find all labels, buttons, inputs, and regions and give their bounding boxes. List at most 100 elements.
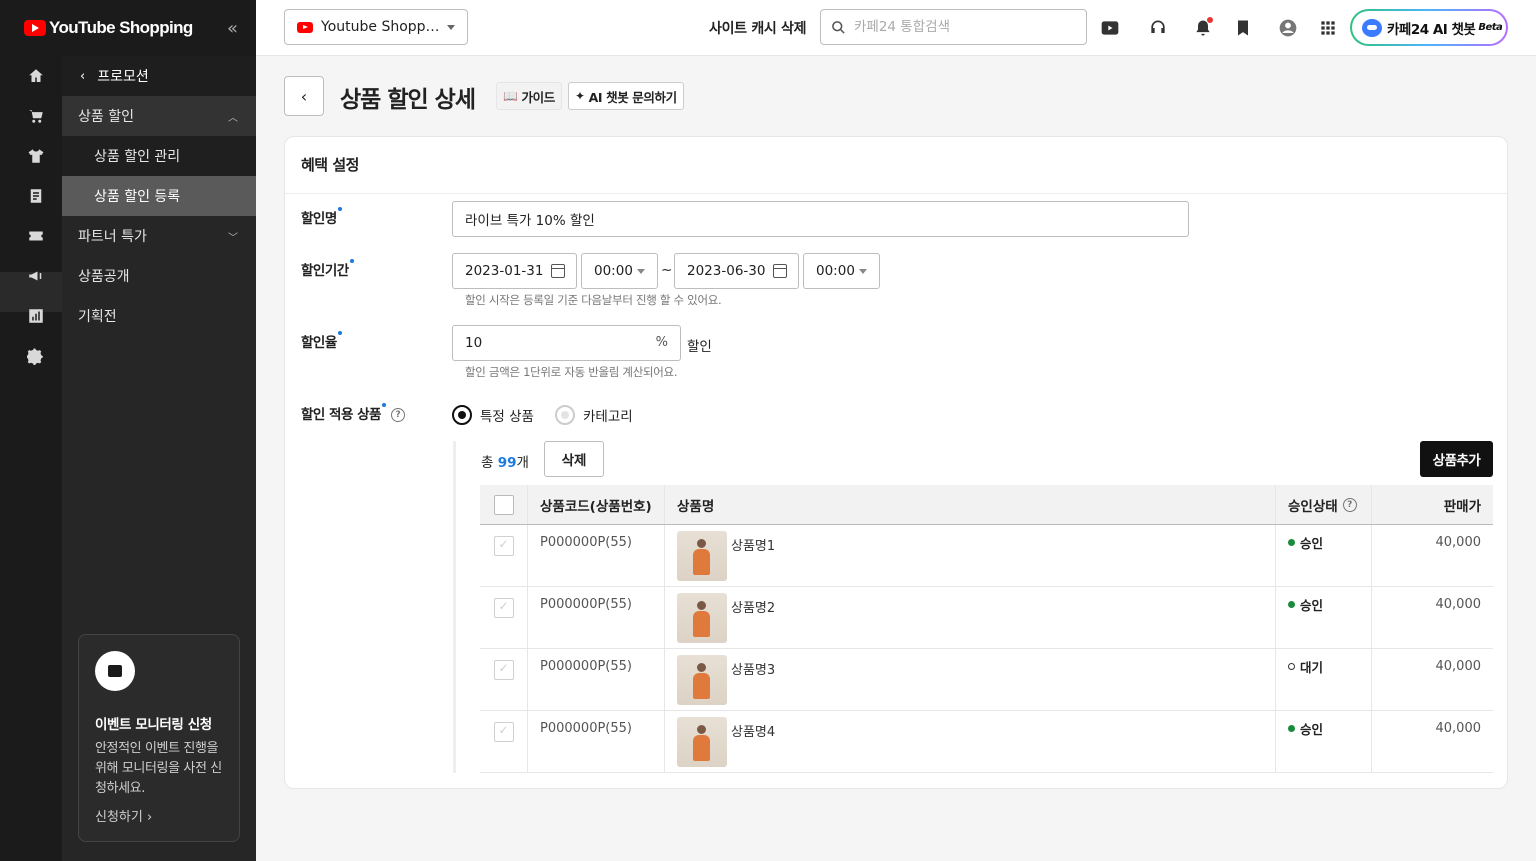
- tshirt-icon[interactable]: [26, 146, 46, 166]
- shop-select-dropdown[interactable]: Youtube Shopping: [284, 9, 468, 45]
- help-icon[interactable]: ?: [390, 408, 405, 422]
- select-all-checkbox[interactable]: [493, 494, 514, 515]
- apps-grid-icon[interactable]: [1317, 17, 1339, 39]
- row-checkbox[interactable]: [493, 660, 514, 680]
- notification-bell-icon[interactable]: [1192, 17, 1214, 39]
- search-box: [820, 9, 1087, 45]
- header-name: 상품명: [665, 485, 1276, 524]
- search-icon: [832, 20, 845, 34]
- percent-unit: %: [655, 335, 668, 350]
- chevron-down-icon: ﹀: [228, 232, 238, 244]
- caret-down-icon: [637, 269, 645, 274]
- period-helper-text: 할인 시작은 등록일 기준 다음날부터 진행 할 수 있어요.: [465, 293, 722, 307]
- row-name-cell: 상품명3: [665, 649, 1276, 710]
- table-header: 상품코드(상품번호) 상품명 승인상태? 판매가: [480, 485, 1493, 525]
- home-icon[interactable]: [26, 66, 46, 86]
- end-time-select[interactable]: 00:00: [803, 253, 880, 289]
- sidebar-item-discount-manage[interactable]: 상품 할인 관리: [62, 136, 256, 176]
- promo-description: 안정적인 이벤트 진행을 위해 모니터링을 사전 신청하세요.: [95, 741, 222, 796]
- collapse-sidebar-icon[interactable]: «: [227, 18, 238, 39]
- discount-rate-input[interactable]: 10%: [452, 325, 681, 361]
- megaphone-icon[interactable]: [26, 266, 46, 286]
- rate-suffix: 할인: [687, 339, 712, 355]
- end-date-input[interactable]: 2023-06-30: [674, 253, 799, 289]
- youtube-logo-icon: [24, 20, 46, 36]
- caret-down-icon: [859, 269, 867, 274]
- radio-specific-products[interactable]: 특정 상품: [452, 405, 534, 425]
- radio-category[interactable]: 카테고리: [555, 405, 633, 425]
- ai-chatbot-button[interactable]: 카페24 AI 챗봇 Beta: [1350, 9, 1508, 46]
- required-indicator: [337, 207, 342, 211]
- row-status: 승인: [1276, 525, 1372, 586]
- required-indicator: [381, 403, 386, 407]
- add-product-button[interactable]: 상품추가: [1420, 441, 1493, 477]
- headset-icon[interactable]: [1147, 17, 1169, 39]
- promo-apply-link[interactable]: 신청하기 ›: [95, 806, 152, 825]
- start-date-input[interactable]: 2023-01-31: [452, 253, 577, 289]
- row-name: 상품명3: [731, 663, 776, 678]
- row-name-cell: 상품명1: [665, 525, 1276, 586]
- sidebar-item-partner-deal[interactable]: 파트너 특가 ﹀: [62, 216, 256, 256]
- row-name: 상품명2: [731, 601, 776, 616]
- table-row: P000000P(55) 상품명4 승인 40,000: [480, 711, 1493, 773]
- brand-name: YouTube Shopping: [49, 18, 193, 37]
- guide-button[interactable]: 📖 가이드: [496, 82, 562, 110]
- required-indicator: [337, 331, 342, 335]
- sidebar-item-label: 상품공개: [78, 269, 130, 285]
- status-approved-dot: [1288, 725, 1295, 732]
- sidebar-item-product-discount[interactable]: 상품 할인 ︿: [62, 96, 256, 136]
- chevron-left-icon: ‹: [80, 68, 86, 84]
- discount-name-input[interactable]: 라이브 특가 10% 할인: [452, 201, 1189, 237]
- calendar-icon: [551, 264, 565, 278]
- document-icon[interactable]: [26, 186, 46, 206]
- discount-rate-label: 할인율: [301, 331, 342, 351]
- row-price: 40,000: [1435, 597, 1482, 612]
- sidebar-item-label: 상품 할인 관리: [94, 149, 181, 165]
- analytics-icon[interactable]: [26, 306, 46, 326]
- delete-button[interactable]: 삭제: [544, 441, 604, 477]
- start-time-select[interactable]: 00:00: [581, 253, 658, 289]
- settings-gear-icon[interactable]: [26, 346, 46, 366]
- row-checkbox[interactable]: [493, 598, 514, 618]
- cart-icon[interactable]: [26, 106, 46, 126]
- row-checkbox[interactable]: [493, 722, 514, 742]
- sidebar-item-discount-register[interactable]: 상품 할인 등록: [62, 176, 256, 216]
- benefit-settings-card: 혜택 설정 할인명 라이브 특가 10% 할인 할인기간 2023-01-31 …: [284, 136, 1508, 789]
- youtube-logo-icon: [297, 21, 313, 33]
- status-approved-dot: [1288, 601, 1295, 608]
- site-cache-delete-button[interactable]: 사이트 캐시 삭제: [709, 18, 807, 38]
- user-avatar-icon[interactable]: [1277, 17, 1299, 39]
- sidebar-item-label: 상품 할인 등록: [94, 189, 181, 205]
- header-price: 판매가: [1443, 498, 1481, 515]
- row-status: 대기: [1276, 649, 1372, 710]
- table-row: P000000P(55) 상품명1 승인 40,000: [480, 525, 1493, 587]
- discount-name-label: 할인명: [301, 207, 342, 227]
- row-price: 40,000: [1435, 535, 1482, 550]
- event-monitoring-card: 이벤트 모니터링 신청 안정적인 이벤트 진행을 위해 모니터링을 사전 신청하…: [78, 634, 240, 842]
- row-checkbox[interactable]: [493, 536, 514, 556]
- row-name: 상품명1: [731, 539, 776, 554]
- caret-down-icon: [447, 25, 455, 30]
- chart-badge-icon: [95, 651, 135, 691]
- product-count: 총 99개: [481, 455, 529, 471]
- sidebar-item-label: 기획전: [78, 309, 117, 325]
- bookmark-icon[interactable]: [1232, 17, 1254, 39]
- divider: [285, 193, 1507, 194]
- product-table: 상품코드(상품번호) 상품명 승인상태? 판매가 P000000P(55) 상품…: [480, 485, 1493, 773]
- product-thumbnail: [677, 593, 727, 643]
- calendar-icon: [773, 264, 787, 278]
- sidebar-item-label: 파트너 특가: [78, 229, 147, 245]
- search-input[interactable]: [854, 19, 1074, 35]
- coupon-icon[interactable]: [26, 226, 46, 246]
- youtube-play-icon[interactable]: [1099, 17, 1121, 39]
- header-status: 승인상태?: [1276, 485, 1372, 524]
- help-icon[interactable]: ?: [1342, 497, 1357, 512]
- sidebar-item-exhibition[interactable]: 기획전: [62, 296, 256, 336]
- sidebar-header-promotion[interactable]: ‹ 프로모션: [62, 56, 256, 96]
- product-thumbnail: [677, 531, 727, 581]
- discount-period-label: 할인기간: [301, 259, 354, 279]
- sidebar-item-product-publish[interactable]: 상품공개: [62, 256, 256, 296]
- ai-chatbot-inquiry-button[interactable]: ✦ AI 챗봇 문의하기: [568, 82, 684, 110]
- rate-helper-text: 할인 금액은 1단위로 자동 반올림 계산되어요.: [465, 365, 678, 379]
- back-button[interactable]: ‹: [284, 76, 324, 116]
